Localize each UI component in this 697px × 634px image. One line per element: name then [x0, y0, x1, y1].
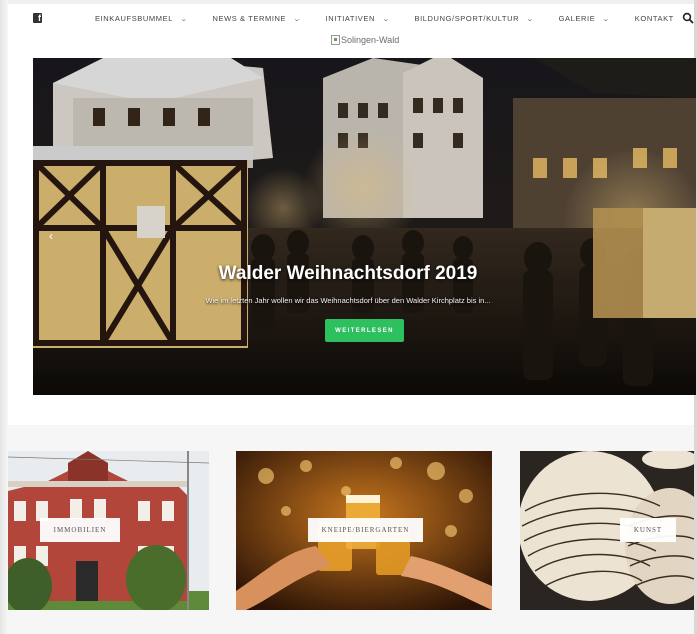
menu-item-label: EINKAUFSBUMMEL	[95, 14, 173, 23]
window-edge-top	[0, 0, 697, 4]
slider-prev-arrow[interactable]: ‹	[49, 229, 53, 243]
hero-background-photo	[33, 58, 696, 395]
category-tile-kneipe-biergarten[interactable]: KNEIPE/BIERGARTEN	[236, 451, 492, 610]
broken-image-icon	[331, 35, 340, 45]
window-edge-left	[0, 0, 8, 634]
chevron-down-icon: ⌄	[382, 15, 391, 23]
chevron-down-icon: ⌄	[526, 15, 535, 23]
logo-alt-text: Solingen-Wald	[341, 35, 400, 45]
menu-item-kontakt[interactable]: KONTAKT	[635, 14, 674, 23]
menu-item-label: KONTAKT	[634, 14, 674, 23]
read-more-button[interactable]: WEITERLESEN	[325, 319, 404, 342]
site-logo[interactable]: Solingen-Wald	[331, 35, 399, 45]
tile-label: KNEIPE/BIERGARTEN	[308, 518, 423, 542]
menu-item-bildung-sport-kultur[interactable]: BILDUNG/SPORT/KULTUR ⌄	[414, 14, 533, 23]
chevron-down-icon: ⌄	[180, 15, 189, 23]
menu-item-einkaufsbummel[interactable]: EINKAUFSBUMMEL ⌄	[95, 14, 189, 23]
menu-item-label: BILDUNG/SPORT/KULTUR	[414, 14, 520, 23]
category-tile-kunst[interactable]: KUNST	[520, 451, 694, 610]
menu-item-initiativen[interactable]: INITIATIVEN ⌄	[326, 14, 390, 23]
tile-label: KUNST	[620, 518, 676, 542]
menu-item-label: NEWS & TERMINE	[212, 14, 287, 23]
menu-item-label: GALERIE	[558, 14, 596, 23]
menu-item-label: INITIATIVEN	[325, 14, 376, 23]
menu-item-news-termine[interactable]: NEWS & TERMINE ⌄	[212, 14, 300, 23]
tile-label: IMMOBILIEN	[40, 518, 120, 542]
search-icon[interactable]	[682, 12, 694, 24]
hero-excerpt: Wie im letzten Jahr wollen wir das Weihn…	[205, 296, 491, 305]
chevron-down-icon: ⌄	[602, 15, 611, 23]
hero-title[interactable]: Walder Weihnachtsdorf 2019	[33, 263, 663, 285]
category-tile-immobilien[interactable]: IMMOBILIEN	[8, 451, 209, 610]
facebook-icon[interactable]: f	[33, 13, 42, 23]
menu-item-galerie[interactable]: GALERIE ⌄	[559, 14, 610, 23]
chevron-down-icon: ⌄	[293, 15, 302, 23]
hero-slider[interactable]: ‹ Walder Weihnachtsdorf 2019 Wie im letz…	[33, 58, 696, 395]
top-navigation: f EINKAUFSBUMMEL ⌄ NEWS & TERMINE ⌄ INIT…	[8, 6, 694, 32]
main-menu: EINKAUFSBUMMEL ⌄ NEWS & TERMINE ⌄ INITIA…	[95, 14, 674, 23]
